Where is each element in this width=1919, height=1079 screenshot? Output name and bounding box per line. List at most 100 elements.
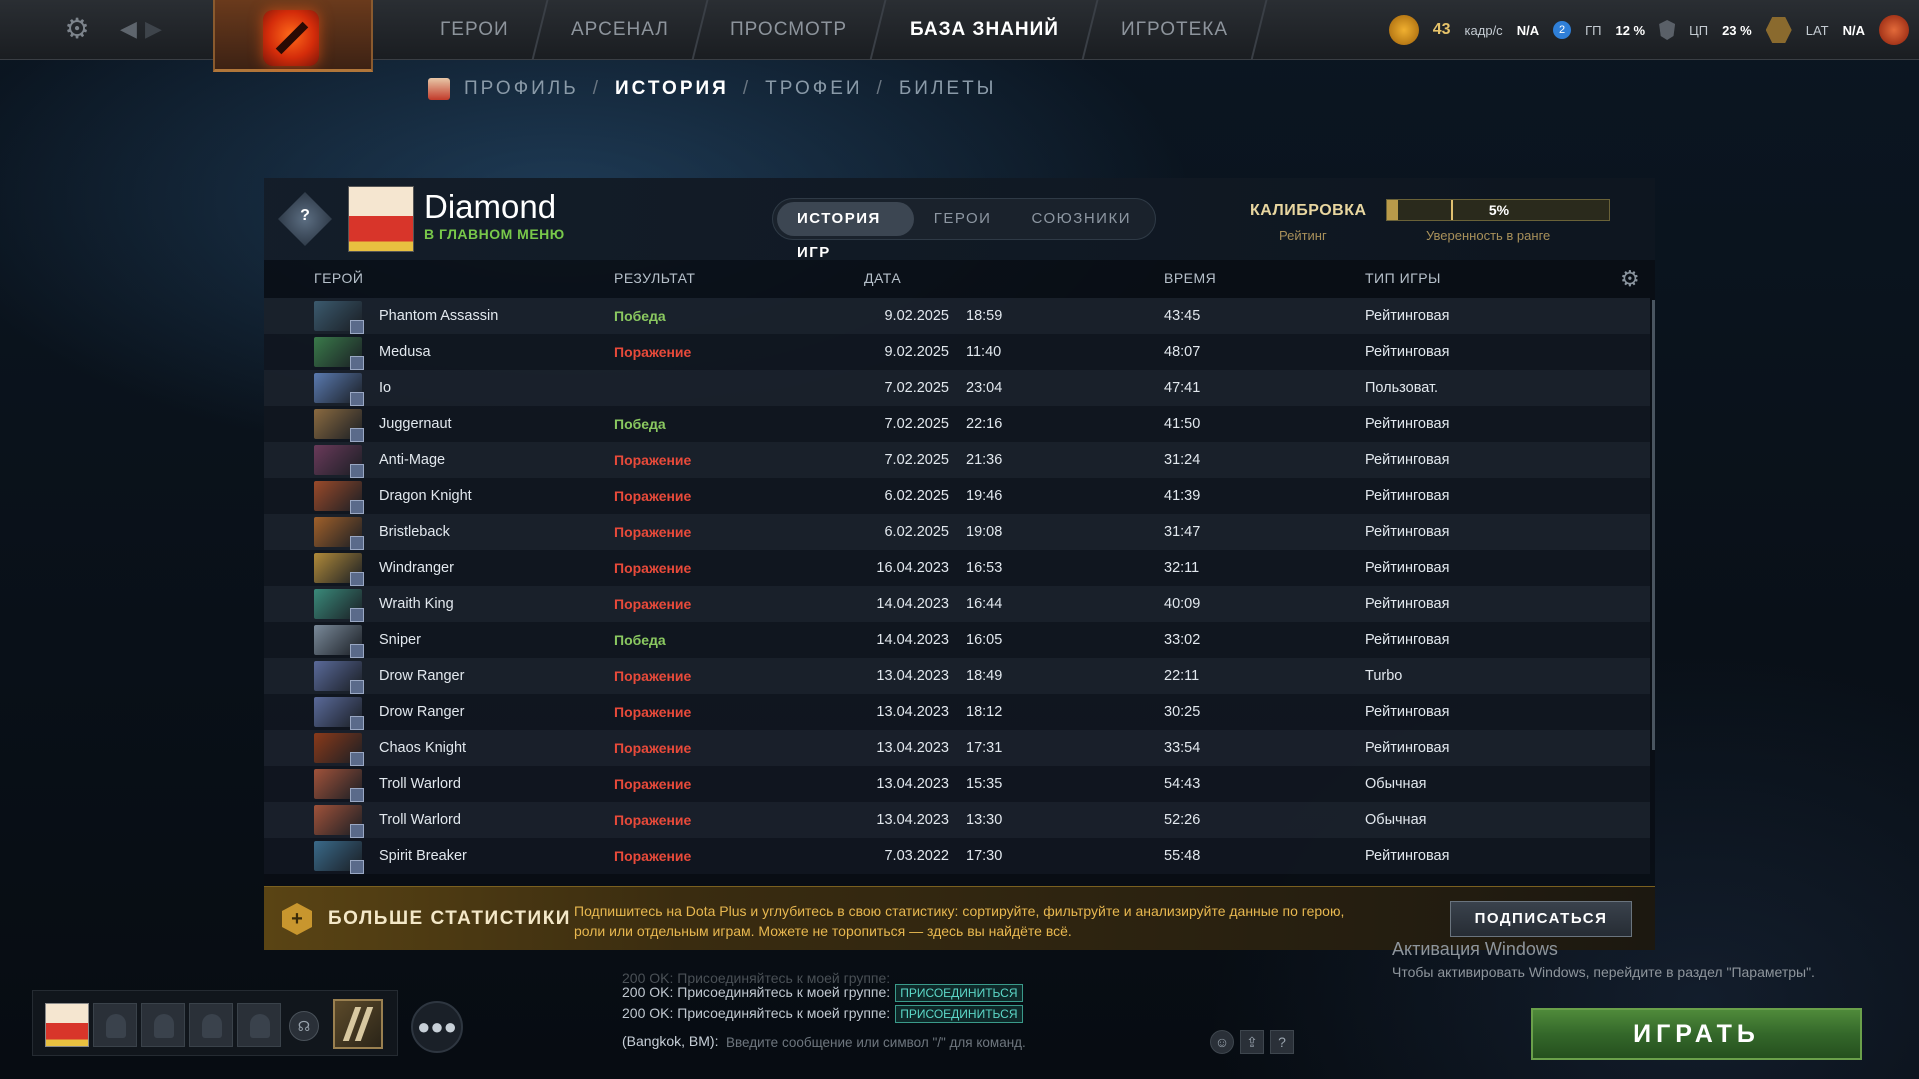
join-group-button[interactable]: ПРИСОЕДИНИТЬСЯ <box>895 984 1023 1002</box>
share-icon[interactable]: ⇪ <box>1240 1030 1264 1054</box>
match-row[interactable]: Drow Ranger Поражение 13.04.2023 18:49 22:11… <box>264 658 1650 694</box>
hero-name: Windranger <box>379 560 454 576</box>
match-date: 14.04.2023 <box>876 632 949 648</box>
table-settings-gear-icon[interactable]: ⚙ <box>1620 266 1640 292</box>
match-duration: 31:47 <box>1164 524 1201 540</box>
header-game-type[interactable]: ТИП ИГРЫ <box>1365 270 1441 286</box>
match-row[interactable]: Dragon Knight Поражение 6.02.2025 19:46 41:3… <box>264 478 1650 514</box>
promo-title: БОЛЬШЕ СТАТИСТИКИ <box>328 908 571 929</box>
match-row[interactable]: Windranger Поражение 16.04.2023 16:53 32:11 Р… <box>264 550 1650 586</box>
match-start-time: 22:16 <box>966 416 1003 432</box>
player-avatar[interactable] <box>348 186 414 252</box>
tab-heroes[interactable]: ГЕРОИ <box>914 202 1012 236</box>
group-icon[interactable]: ●●● <box>411 1001 463 1053</box>
hero-portrait-icon <box>314 481 364 514</box>
match-row[interactable]: Sniper Победа 14.04.2023 16:05 33:02 Рейтинго… <box>264 622 1650 658</box>
player-name: Diamond <box>424 188 557 225</box>
nav-arcade[interactable]: ИГРОТЕКА <box>1083 0 1267 60</box>
header-result[interactable]: РЕЗУЛЬТАТ <box>614 270 695 286</box>
party-count-badge: 2 <box>1553 21 1572 39</box>
tab-allies[interactable]: СОЮЗНИКИ <box>1011 202 1151 236</box>
play-button[interactable]: ИГРАТЬ <box>1531 1008 1862 1060</box>
subnav-profile[interactable]: ПРОФИЛЬ <box>464 78 579 100</box>
subnav-tickets[interactable]: БИЛЕТЫ <box>899 78 997 100</box>
profile-avatar-icon[interactable] <box>1879 15 1909 45</box>
party-slot-empty[interactable] <box>141 1003 185 1047</box>
hero-name: Medusa <box>379 344 431 360</box>
subnav-history[interactable]: ИСТОРИЯ <box>615 78 729 100</box>
profile-icon <box>428 78 450 100</box>
shards-coin-icon[interactable] <box>1388 15 1419 45</box>
match-row[interactable]: Bristleback Поражение 6.02.2025 19:08 31:47 Р… <box>264 514 1650 550</box>
nav-knowledge-base[interactable]: БАЗА ЗНАНИЙ <box>872 0 1098 60</box>
tab-match-history[interactable]: ИСТОРИЯ ИГР <box>777 202 914 261</box>
role-badge-icon <box>350 716 364 730</box>
subnav-separator: / <box>742 78 752 99</box>
smile-icon[interactable]: ☺ <box>1210 1030 1234 1054</box>
party-slot-empty[interactable] <box>189 1003 233 1047</box>
match-date: 7.03.2022 <box>884 848 949 864</box>
nav-arsenal[interactable]: АРСЕНАЛ <box>533 0 708 60</box>
scrollbar[interactable] <box>1652 300 1655 750</box>
match-game-type: Рейтинговая <box>1365 560 1450 576</box>
match-date: 9.02.2025 <box>884 308 949 324</box>
match-start-time: 13:30 <box>966 812 1003 828</box>
match-game-type: Рейтинговая <box>1365 848 1450 864</box>
party-slot-empty[interactable] <box>93 1003 137 1047</box>
match-date: 13.04.2023 <box>876 740 949 756</box>
header-duration[interactable]: ВРЕМЯ <box>1164 270 1216 286</box>
dota-logo-button[interactable] <box>213 0 373 72</box>
hero-portrait-icon <box>314 373 364 406</box>
match-start-time: 11:40 <box>966 344 1002 360</box>
match-row[interactable]: Spirit Breaker Поражение 7.03.2022 17:30 55:… <box>264 838 1650 874</box>
role-badge-icon <box>350 788 364 802</box>
chat-channel-label[interactable]: (Bangkok, BM): <box>622 1033 718 1049</box>
header-hero[interactable]: ГЕРОЙ <box>314 270 363 286</box>
hero-name: Drow Ranger <box>379 668 465 684</box>
match-row[interactable]: Drow Ranger Поражение 13.04.2023 18:12 30:25… <box>264 694 1650 730</box>
hero-name: Phantom Assassin <box>379 308 499 324</box>
match-result: Поражение <box>614 776 692 792</box>
nav-heroes[interactable]: ГЕРОИ <box>402 0 549 60</box>
match-row[interactable]: Troll Warlord Поражение 13.04.2023 13:30 52:… <box>264 802 1650 838</box>
party-bar: ☊ <box>32 990 398 1056</box>
match-row[interactable]: Io 7.02.2025 23:04 47:41 Пользоват. <box>264 370 1650 406</box>
match-start-time: 19:46 <box>966 488 1003 504</box>
chat-input[interactable] <box>726 1030 1226 1054</box>
match-date: 7.02.2025 <box>884 452 949 468</box>
profile-subnav: ПРОФИЛЬ / ИСТОРИЯ / ТРОФЕИ / БИЛЕТЫ <box>428 74 997 104</box>
match-result: Поражение <box>614 848 692 864</box>
match-result: Поражение <box>614 560 692 576</box>
party-slot-self[interactable] <box>45 1003 89 1047</box>
match-row[interactable]: Phantom Assassin Победа 9.02.2025 18:59 43:4… <box>264 298 1650 334</box>
chevron-left-icon[interactable]: ◀ <box>120 14 140 44</box>
match-row[interactable]: Wraith King Поражение 14.04.2023 16:44 40:09… <box>264 586 1650 622</box>
chevron-right-icon[interactable]: ▶ <box>145 14 165 44</box>
header-date[interactable]: ДАТА <box>864 270 901 286</box>
rank-hex-icon[interactable] <box>1765 17 1792 43</box>
match-date: 13.04.2023 <box>876 812 949 828</box>
match-row[interactable]: Chaos Knight Поражение 13.04.2023 17:31 33:5… <box>264 730 1650 766</box>
match-row[interactable]: Juggernaut Победа 7.02.2025 22:16 41:50 Рейти… <box>264 406 1650 442</box>
subscribe-button[interactable]: ПОДПИСАТЬСЯ <box>1450 901 1632 937</box>
match-duration: 47:41 <box>1164 380 1201 396</box>
help-button[interactable]: ? <box>1270 1030 1294 1054</box>
match-start-time: 21:36 <box>966 452 1003 468</box>
role-badge-icon <box>350 500 364 514</box>
match-row[interactable]: Anti-Mage Поражение 7.02.2025 21:36 31:24 Рей… <box>264 442 1650 478</box>
hero-portrait-icon <box>314 589 364 622</box>
subnav-trophies[interactable]: ТРОФЕИ <box>765 78 862 100</box>
match-start-time: 18:12 <box>966 704 1003 720</box>
settings-gear-icon[interactable]: ⚙ <box>62 14 92 44</box>
match-date: 6.02.2025 <box>884 524 949 540</box>
match-start-time: 17:30 <box>966 848 1003 864</box>
match-row[interactable]: Troll Warlord Поражение 13.04.2023 15:35 54:… <box>264 766 1650 802</box>
nav-watch[interactable]: ПРОСМОТР <box>692 0 888 60</box>
join-group-button[interactable]: ПРИСОЕДИНИТЬСЯ <box>895 1005 1023 1023</box>
rank-medal-icon[interactable]: ? <box>278 192 332 246</box>
match-row[interactable]: Medusa Поражение 9.02.2025 11:40 48:07 Рейтин… <box>264 334 1650 370</box>
party-slot-empty[interactable] <box>237 1003 281 1047</box>
headset-icon[interactable]: ☊ <box>289 1011 319 1041</box>
rating-label: Рейтинг <box>1279 228 1327 243</box>
rank-tile-icon[interactable] <box>333 999 383 1049</box>
